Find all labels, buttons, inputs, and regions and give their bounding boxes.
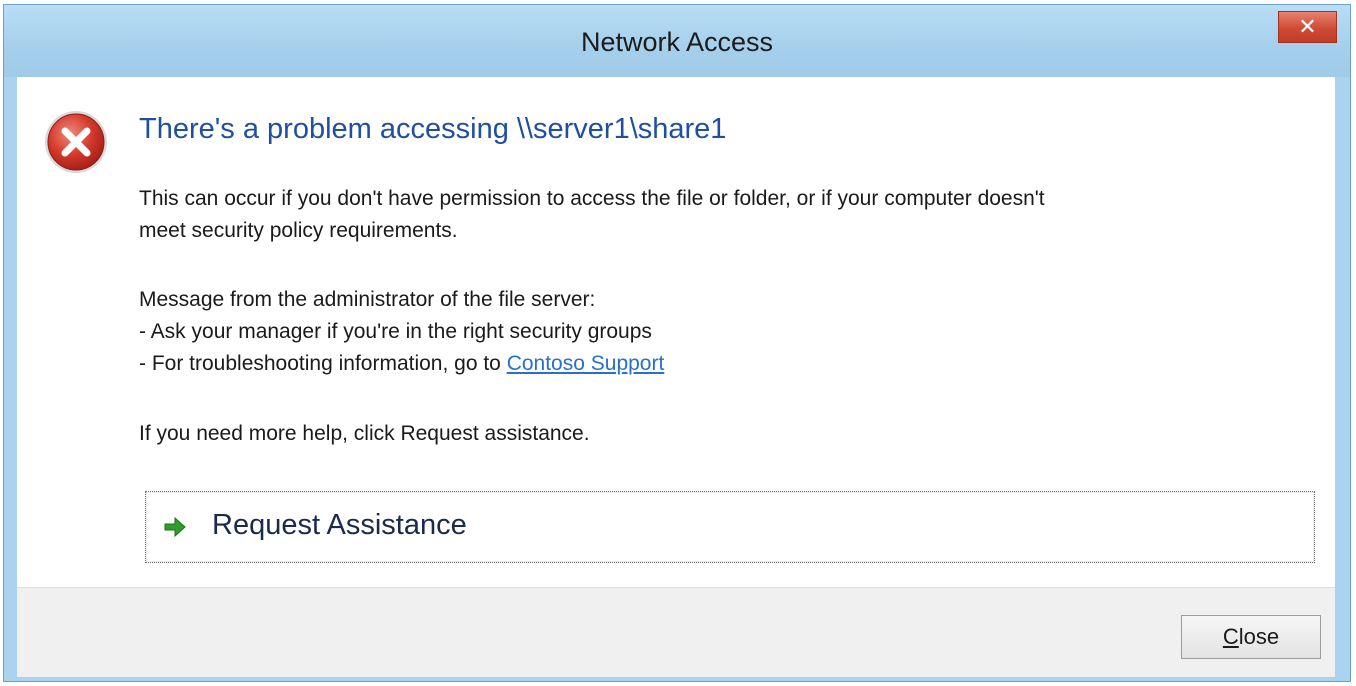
title-bar[interactable]: Network Access ✕: [4, 5, 1350, 77]
dialog-content: There's a problem accessing \\server1\sh…: [17, 77, 1335, 587]
green-arrow-icon: [164, 516, 186, 538]
dialog-heading: There's a problem accessing \\server1\sh…: [139, 113, 727, 145]
window-title: Network Access: [580, 27, 774, 57]
close-button[interactable]: Close: [1181, 615, 1321, 659]
description-line: This can occur if you don't have permiss…: [139, 187, 1045, 210]
admin-message-header: Message from the administrator of the fi…: [139, 288, 596, 311]
close-button-label: lose: [1238, 624, 1280, 649]
request-assistance-label: Request Assistance: [212, 509, 467, 541]
admin-message-line: - Ask your manager if you're in the righ…: [139, 320, 652, 343]
admin-message-line-prefix: - For troubleshooting information, go to: [139, 352, 507, 375]
admin-message-line: - For troubleshooting information, go to…: [139, 348, 664, 380]
window-close-button[interactable]: ✕: [1278, 11, 1337, 43]
description-text: This can occur if you don't have permiss…: [139, 183, 1045, 247]
description-line: meet security policy requirements.: [139, 219, 458, 242]
contoso-support-link[interactable]: Contoso Support: [507, 352, 665, 375]
dialog-window: Network Access ✕ There's a problem acces…: [3, 4, 1351, 682]
close-icon: ✕: [1298, 14, 1317, 39]
close-button-mnemonic: C: [1222, 624, 1239, 649]
help-text: If you need more help, click Request ass…: [139, 422, 590, 445]
dialog-footer: Close: [17, 587, 1335, 677]
request-assistance-button[interactable]: Request Assistance: [145, 491, 1315, 563]
admin-message: Message from the administrator of the fi…: [139, 284, 664, 380]
error-icon: [45, 111, 107, 173]
